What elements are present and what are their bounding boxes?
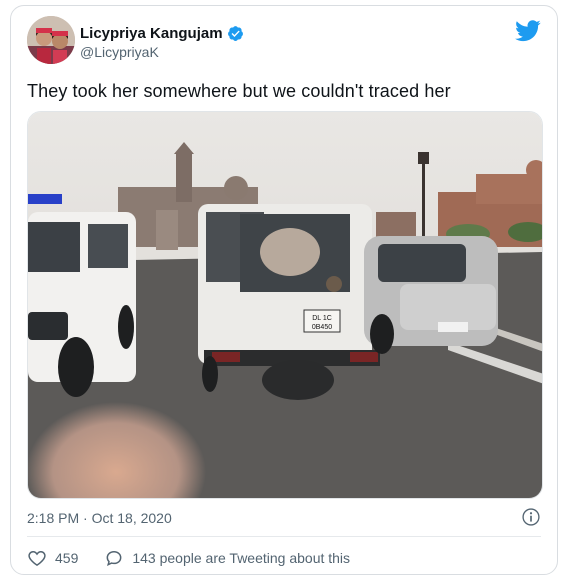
- twitter-bird-icon[interactable]: [515, 20, 541, 47]
- svg-text:DL 1C: DL 1C: [312, 315, 332, 322]
- tweet-timestamp[interactable]: 2:18 PM · Oct 18, 2020: [27, 510, 172, 526]
- tweet-actions: 459 143 people are Tweeting about this: [27, 548, 350, 568]
- tweet-text: They took her somewhere but we couldn't …: [27, 81, 451, 101]
- author-name[interactable]: Licypriya Kangujam: [80, 25, 223, 42]
- author-row: Licypriya Kangujam: [80, 25, 244, 42]
- photo-police-suv: [28, 194, 136, 397]
- author-handle[interactable]: @LicypriyaK: [80, 44, 159, 60]
- verified-badge-icon: [227, 26, 243, 41]
- divider: [27, 536, 541, 537]
- info-icon[interactable]: [521, 507, 541, 532]
- heart-icon: [28, 550, 46, 566]
- tweet-card: Licypriya Kangujam @LicypriyaK They took…: [10, 5, 558, 575]
- tweet-photo[interactable]: DL 1C 0B450: [27, 111, 543, 499]
- avatar-photo: [27, 16, 75, 64]
- svg-text:0B450: 0B450: [312, 324, 332, 331]
- avatar[interactable]: [27, 16, 75, 64]
- speech-bubble-icon: [106, 550, 122, 567]
- like-action[interactable]: 459: [27, 548, 78, 568]
- photo-silver-car: [364, 236, 498, 354]
- tweeting-about-text: 143 people are Tweeting about this: [132, 550, 351, 566]
- photo-street-scene: DL 1C 0B450: [28, 112, 542, 498]
- like-count: 459: [55, 550, 79, 566]
- tweeting-about-link[interactable]: 143 people are Tweeting about this: [104, 548, 350, 568]
